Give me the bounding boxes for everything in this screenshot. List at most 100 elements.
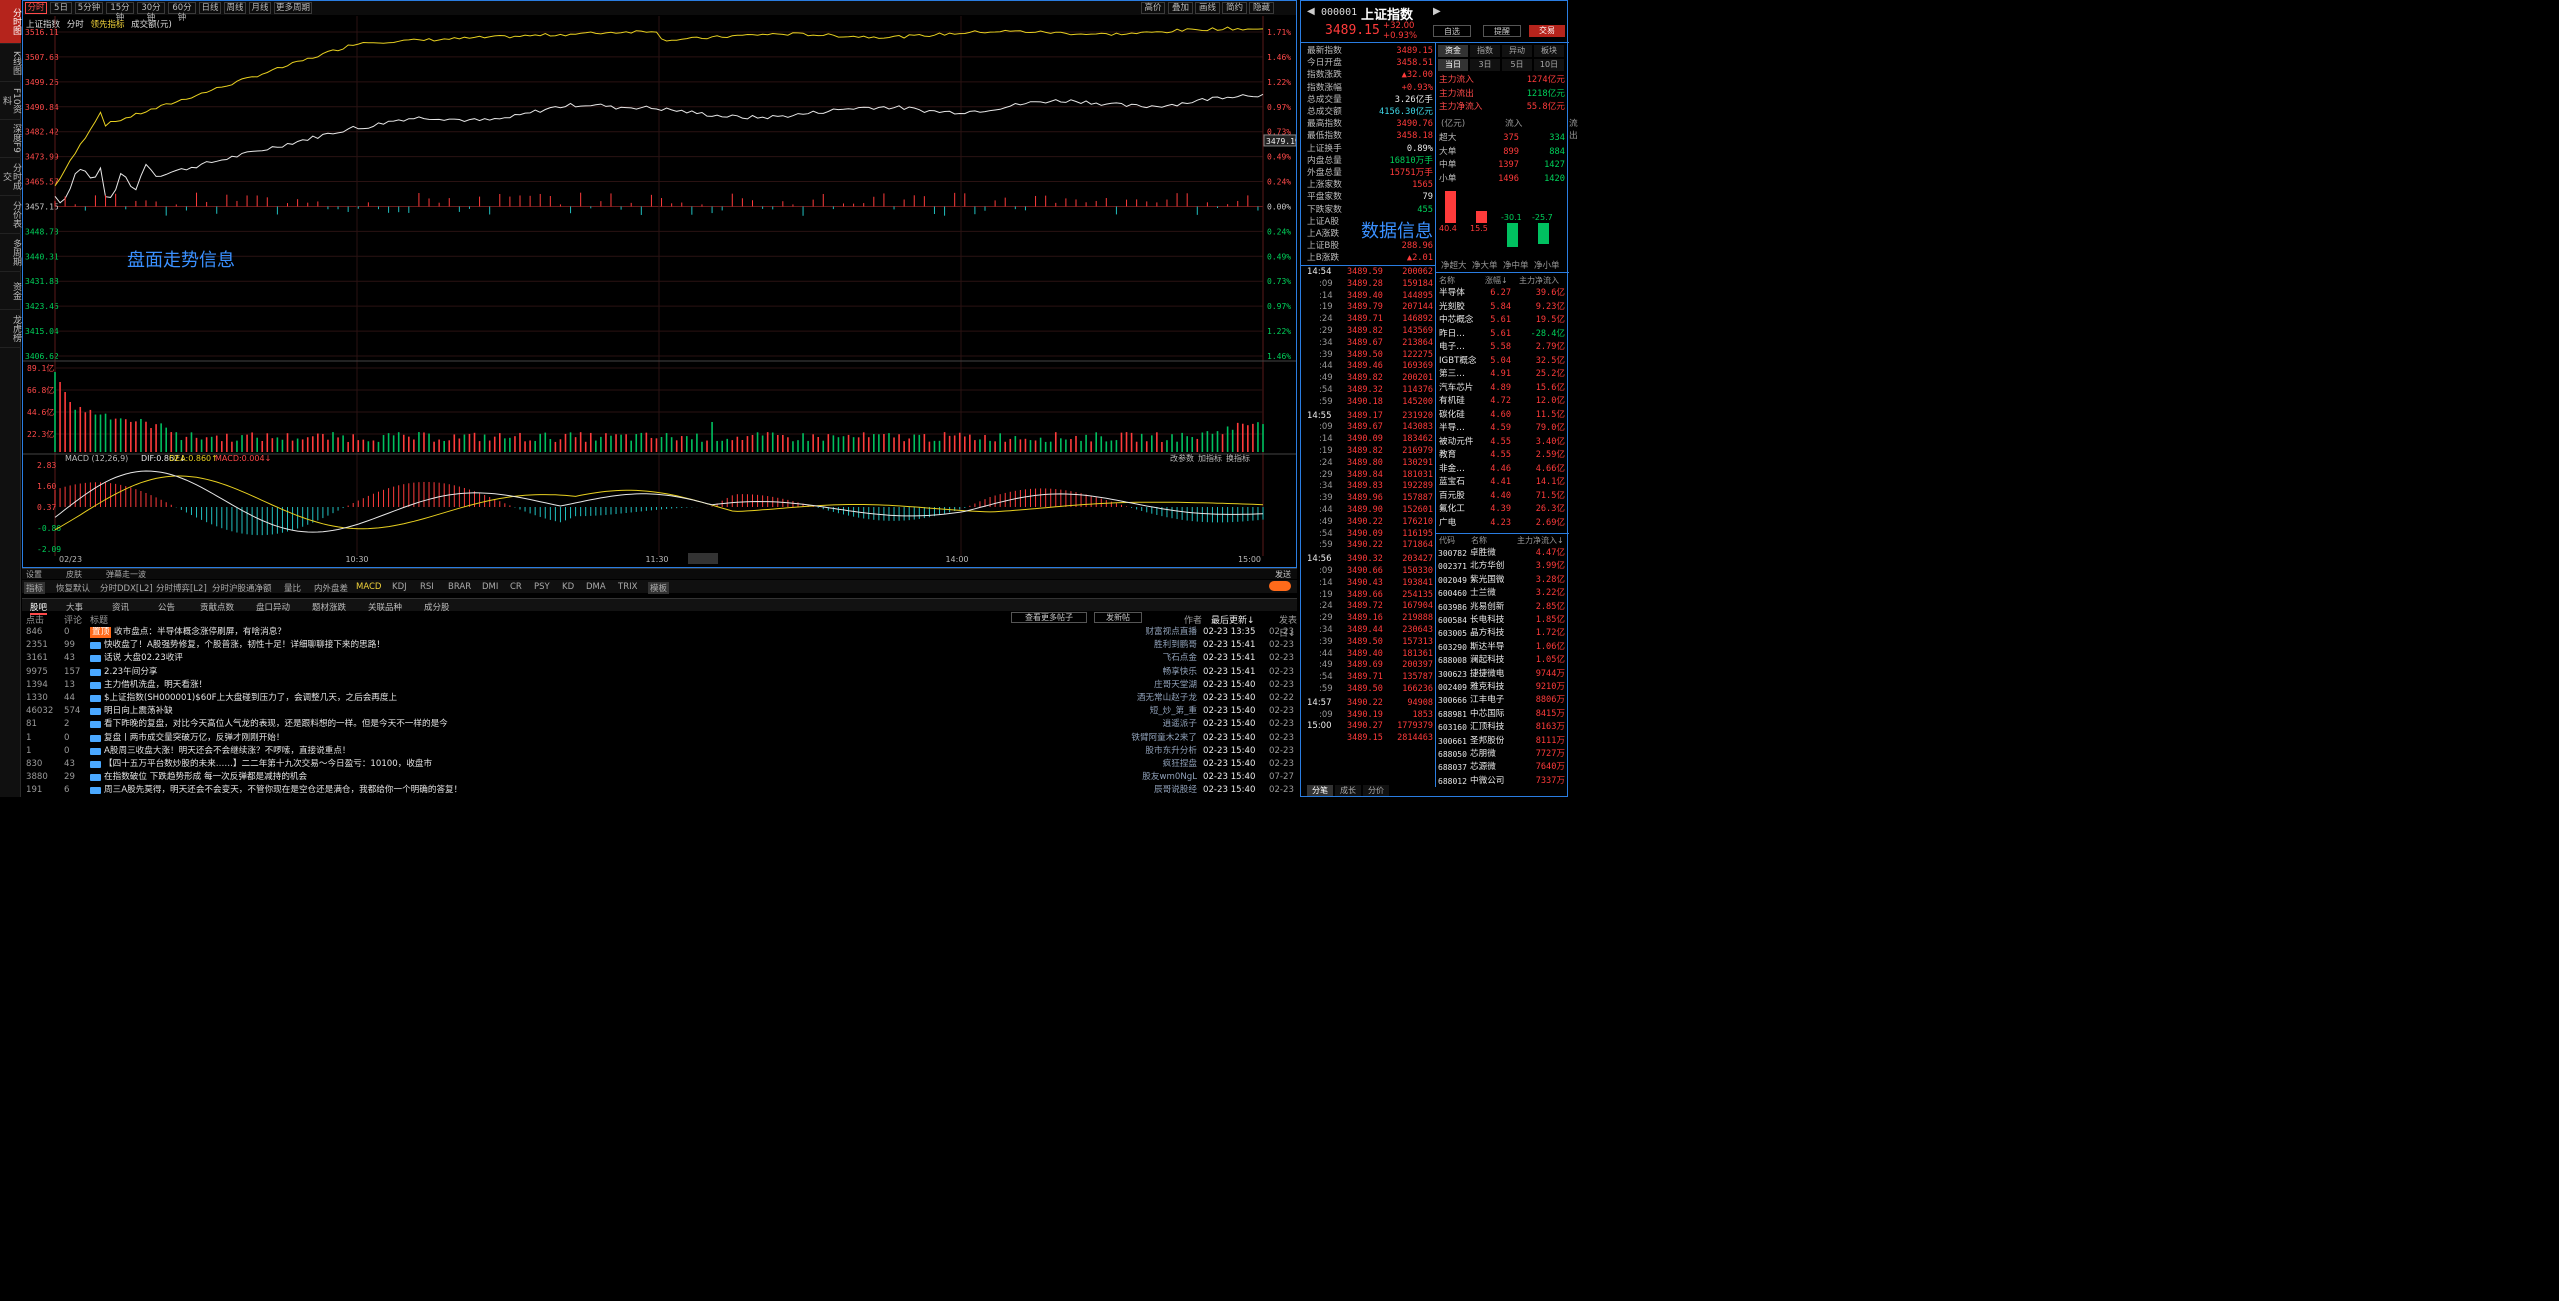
sector-name[interactable]: 半导…: [1439, 422, 1465, 435]
stock-code[interactable]: 600584: [1438, 614, 1467, 627]
stock-name[interactable]: 卓胜微: [1470, 547, 1496, 560]
indicator-tab-13[interactable]: PSY: [534, 582, 550, 592]
macd-btn-1[interactable]: 加指标: [1198, 453, 1222, 463]
news-row[interactable]: 1394 13 主力借机洗盘，明天看涨！ 庄哥天堂湖 02-23 15:40 02-23: [22, 679, 1297, 692]
indicator-tab-11[interactable]: DMI: [482, 582, 498, 592]
sector-name[interactable]: 半导体: [1439, 287, 1465, 300]
indicator-tab-7[interactable]: MACD: [356, 582, 381, 592]
stock-name[interactable]: 江丰电子: [1470, 694, 1504, 707]
chart-tool-0[interactable]: 叠加: [1168, 2, 1193, 14]
stock-name[interactable]: 雅克科技: [1470, 681, 1504, 694]
news-row[interactable]: 9975 157 2.23午间分享 畅享快乐 02-23 15:41 02-23: [22, 666, 1297, 679]
sector-name[interactable]: 中芯概念: [1439, 314, 1473, 327]
chart-tool-3[interactable]: 隐藏: [1249, 2, 1274, 14]
period-btn-8[interactable]: 月线: [249, 2, 271, 14]
news-row[interactable]: 846 0 置顶 收市盘点：半导体概念涨停刷屏，有啥消息？ 财富视点直播 02-23 13…: [22, 626, 1297, 639]
news-row[interactable]: 1 0 复盘丨两市成交量突破万亿，反弹才刚刚开始！ 铁臂阿童木2来了 02-23 15:…: [22, 732, 1297, 745]
stock-code[interactable]: 300661: [1438, 735, 1467, 748]
alert-button[interactable]: 提醒: [1483, 25, 1521, 37]
stock-code[interactable]: 603986: [1438, 601, 1467, 614]
fund-tab-1[interactable]: 指数: [1470, 45, 1500, 57]
stock-name[interactable]: 兆易创新: [1470, 601, 1504, 614]
intraday-chart-canvas[interactable]: 3516.11 1.71% 3507.68 1.46% 3499.26 1.22% 3490…: [23, 16, 1296, 567]
new-post-button[interactable]: 发新帖: [1094, 612, 1142, 623]
stock-code[interactable]: 603005: [1438, 627, 1467, 640]
prev-arrow-icon[interactable]: ◀: [1307, 6, 1315, 17]
stock-name[interactable]: 芯朋微: [1470, 748, 1496, 761]
stock-code[interactable]: 688981: [1438, 708, 1467, 721]
news-row[interactable]: 191 6 周三A股先莫得，明天还会不会变天，不管你现在是空仓还是满仓，我都给你一个…: [22, 784, 1297, 797]
macd-btn-2[interactable]: 换指标: [1226, 453, 1250, 463]
news-row[interactable]: 830 43 【四十五万平台数炒股的未来……】二二年第十九次交易～今日盈亏：1010…: [22, 758, 1297, 771]
stock-name[interactable]: 斯达半导: [1470, 641, 1504, 654]
indicator-tab-1[interactable]: 恢复默认: [56, 582, 90, 594]
sector-name[interactable]: 有机硅: [1439, 395, 1465, 408]
send-button[interactable]: 发送: [1275, 569, 1291, 580]
stock-name[interactable]: 中芯国际: [1470, 708, 1504, 721]
indicator-tab-8[interactable]: KDJ: [392, 582, 407, 592]
sector-name[interactable]: 百元股: [1439, 490, 1465, 503]
news-row[interactable]: 1330 44 $上证指数(SH000001)$60F上大盘碰到压力了，会调整几天，…: [22, 692, 1297, 705]
indicator-tab-16[interactable]: TRIX: [618, 582, 637, 592]
indicator-tab-4[interactable]: 分时沪股通净额: [212, 582, 272, 594]
sector-name[interactable]: 非金…: [1439, 463, 1465, 476]
sector-name[interactable]: 氟化工: [1439, 503, 1465, 516]
period-btn-4[interactable]: 30分钟: [137, 2, 165, 23]
stock-code[interactable]: 300623: [1438, 668, 1467, 681]
period-btn-9[interactable]: 更多周期: [274, 2, 312, 14]
period-btn-6[interactable]: 日线: [199, 2, 221, 14]
indicator-tab-5[interactable]: 量比: [284, 582, 301, 594]
indicator-tab-10[interactable]: BRAR: [448, 582, 471, 592]
left-tab-0[interactable]: 分时图: [0, 0, 21, 44]
stock-name[interactable]: 中微公司: [1470, 775, 1504, 788]
stock-name[interactable]: 紫光国微: [1470, 574, 1504, 587]
stock-name[interactable]: 北方华创: [1470, 560, 1504, 573]
tick-tab-1[interactable]: 成长: [1335, 785, 1361, 796]
period-btn-0[interactable]: 分时: [25, 2, 47, 14]
period-tab-0[interactable]: 当日: [1438, 59, 1468, 71]
stock-code[interactable]: 688037: [1438, 761, 1467, 774]
indicator-tab-17[interactable]: 模板: [648, 582, 670, 594]
news-row[interactable]: 3880 29 在指数破位 下跌趋势形成 每一次反弹都是减持的机会 股友wm0NgL 0…: [22, 771, 1297, 784]
stock-code[interactable]: 603160: [1438, 721, 1467, 734]
period-btn-7[interactable]: 周线: [224, 2, 246, 14]
stock-code[interactable]: 002409: [1438, 681, 1467, 694]
left-tab-7[interactable]: 资金: [0, 272, 21, 310]
left-tab-4[interactable]: 分时成交: [0, 158, 21, 196]
fund-tab-3[interactable]: 板块: [1534, 45, 1564, 57]
stock-code[interactable]: 002049: [1438, 574, 1467, 587]
chart-tool-1[interactable]: 画线: [1195, 2, 1220, 14]
stock-code[interactable]: 688008: [1438, 654, 1467, 667]
period-btn-1[interactable]: 5日: [50, 2, 72, 14]
stock-name[interactable]: 汇顶科技: [1470, 721, 1504, 734]
next-arrow-icon[interactable]: ▶: [1433, 6, 1441, 17]
sector-name[interactable]: 教育: [1439, 449, 1456, 462]
sector-name[interactable]: 汽车芯片: [1439, 382, 1473, 395]
sector-name[interactable]: 光刻胶: [1439, 301, 1465, 314]
indicator-tab-3[interactable]: 分时博弈[L2]: [156, 582, 207, 594]
stock-name[interactable]: 晶方科技: [1470, 627, 1504, 640]
danmu-toggle[interactable]: [1269, 581, 1291, 591]
news-row[interactable]: 46032 574 明日向上震荡补缺 短_炒_第_重 02-23 15:40 02-23: [22, 705, 1297, 718]
sector-name[interactable]: 碳化硅: [1439, 409, 1465, 422]
left-tab-6[interactable]: 多周期: [0, 234, 21, 272]
period-btn-3[interactable]: 15分钟: [106, 2, 134, 23]
stock-code[interactable]: 002371: [1438, 560, 1467, 573]
stock-code[interactable]: 300782: [1438, 547, 1467, 560]
stock-name[interactable]: 士兰微: [1470, 587, 1496, 600]
period-tab-3[interactable]: 10日: [1534, 59, 1564, 71]
left-tab-5[interactable]: 分价表: [0, 196, 21, 234]
more-posts-button[interactable]: 查看更多帖子: [1011, 612, 1087, 623]
stock-code[interactable]: 603290: [1438, 641, 1467, 654]
sector-name[interactable]: 第三…: [1439, 368, 1465, 381]
chart-tool-2[interactable]: 简约: [1222, 2, 1247, 14]
sector-name[interactable]: 昨日…: [1439, 328, 1465, 341]
period-btn-5[interactable]: 60分钟: [168, 2, 196, 23]
trade-button[interactable]: 交易: [1529, 25, 1565, 37]
sector-name[interactable]: 广电: [1439, 517, 1456, 530]
stock-code[interactable]: 300666: [1438, 694, 1467, 707]
stock-name[interactable]: 捷捷微电: [1470, 668, 1504, 681]
period-btn-2[interactable]: 5分钟: [75, 2, 103, 14]
news-row[interactable]: 2351 99 快收盘了！A股强势修复，个股普涨，韧性十足！详细聊聊接下来的思路！ 胜…: [22, 639, 1297, 652]
indicator-tab-9[interactable]: RSI: [420, 582, 434, 592]
